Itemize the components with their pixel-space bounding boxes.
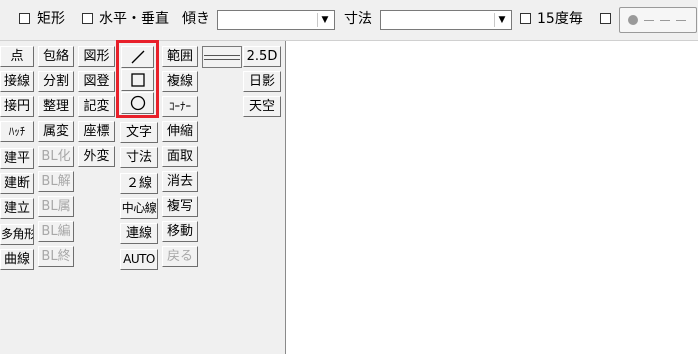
- tool-figure[interactable]: 図形: [78, 46, 115, 67]
- tool-move[interactable]: 移動: [162, 221, 198, 242]
- dash-icon: [660, 20, 670, 21]
- tool-stretch[interactable]: 伸縮: [162, 121, 198, 142]
- rect-checkbox[interactable]: [19, 13, 30, 24]
- line-type-preview[interactable]: [202, 46, 242, 68]
- tool-tangent-line[interactable]: 接線: [0, 71, 34, 92]
- tool-envelope[interactable]: 包絡: [38, 46, 74, 67]
- dim-combobox[interactable]: ▼: [380, 10, 512, 30]
- tool-symbol-change[interactable]: 記変: [78, 96, 115, 117]
- tool-hatch[interactable]: ﾊｯﾁ: [0, 121, 34, 142]
- tool-polygon[interactable]: 多角形: [0, 224, 34, 245]
- tool-connect-line[interactable]: 連線: [120, 223, 158, 244]
- tool-copy[interactable]: 複写: [162, 196, 198, 217]
- tool-curve[interactable]: 曲線: [0, 249, 34, 270]
- line-sample: [204, 55, 240, 56]
- dash-icon: [676, 20, 686, 21]
- tool-bl-edit[interactable]: BL編: [38, 221, 74, 242]
- tool-auto[interactable]: AUTO: [120, 249, 158, 270]
- tool-cleanup[interactable]: 整理: [38, 96, 74, 117]
- line-icon: [131, 50, 145, 64]
- hv-label: 水平・垂直: [99, 11, 169, 27]
- tool-undo[interactable]: 戻る: [162, 246, 198, 267]
- rect-label: 矩形: [37, 11, 65, 27]
- tool-chamfer[interactable]: 面取: [162, 146, 198, 167]
- line-style-selector[interactable]: [619, 7, 697, 33]
- tool-center-line[interactable]: 中心線: [120, 198, 158, 219]
- tool-figure-register[interactable]: 図登: [78, 71, 115, 92]
- circle-icon: [130, 95, 146, 111]
- tool-build-plan[interactable]: 建平: [0, 148, 34, 169]
- tool-coordinates[interactable]: 座標: [78, 121, 115, 142]
- tool-double-line[interactable]: ２線: [120, 173, 158, 194]
- tool-2-5d[interactable]: 2.5D: [243, 46, 281, 67]
- tool-bl-create[interactable]: BL化: [38, 146, 74, 167]
- tool-build-section[interactable]: 建断: [0, 173, 34, 194]
- tool-text[interactable]: 文字: [120, 122, 158, 143]
- dropdown-arrow-icon[interactable]: ▼: [494, 13, 509, 27]
- tool-erase[interactable]: 消去: [162, 171, 198, 192]
- tool-corner[interactable]: ｺｰﾅｰ: [162, 96, 198, 117]
- tool-tangent-circle[interactable]: 接円: [0, 96, 34, 117]
- deg15-label: 15度毎: [537, 11, 583, 27]
- rectangle-icon: [131, 73, 145, 87]
- circle-tool-button[interactable]: [121, 92, 154, 114]
- tool-build-elevation[interactable]: 建立: [0, 198, 34, 219]
- deg15-checkbox[interactable]: [520, 13, 531, 24]
- linestyle-checkbox[interactable]: [600, 13, 611, 24]
- tool-sun-shadow[interactable]: 日影: [243, 71, 281, 92]
- rectangle-tool-button[interactable]: [121, 69, 154, 91]
- tool-bl-attribute[interactable]: BL属: [38, 196, 74, 217]
- tool-divide[interactable]: 分割: [38, 71, 74, 92]
- tool-sky[interactable]: 天空: [243, 96, 281, 117]
- angle-label: 傾き: [182, 11, 210, 27]
- tool-attribute-change[interactable]: 属変: [38, 121, 74, 142]
- hv-checkbox[interactable]: [82, 13, 93, 24]
- tool-parallel-line[interactable]: 複線: [162, 71, 198, 92]
- top-toolbar: 矩形 水平・垂直 傾き ▼ 寸法 ▼ 15度毎: [0, 0, 698, 40]
- drawing-canvas[interactable]: [285, 41, 698, 354]
- tool-bl-explode[interactable]: BL解: [38, 171, 74, 192]
- tool-external-change[interactable]: 外変: [78, 146, 115, 167]
- dropdown-arrow-icon[interactable]: ▼: [317, 13, 332, 27]
- dot-icon: [628, 15, 638, 25]
- dim-label: 寸法: [344, 11, 372, 27]
- tool-range[interactable]: 範囲: [162, 46, 198, 67]
- tool-point[interactable]: 点: [0, 46, 34, 67]
- angle-combobox[interactable]: ▼: [217, 10, 335, 30]
- tool-bl-end[interactable]: BL終: [38, 246, 74, 267]
- tool-dimension[interactable]: 寸法: [120, 147, 158, 168]
- dash-icon: [644, 20, 654, 21]
- line-tool-button[interactable]: [121, 46, 154, 68]
- line-sample: [204, 59, 240, 60]
